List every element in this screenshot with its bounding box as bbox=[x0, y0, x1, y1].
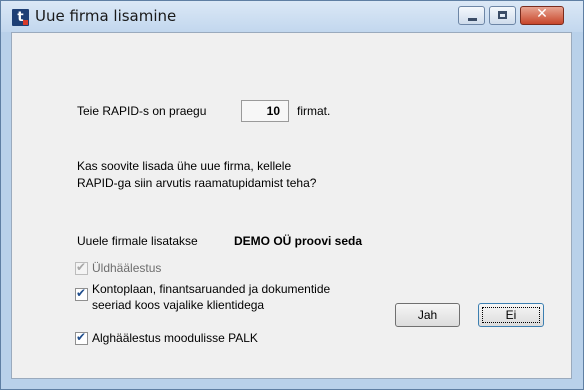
focus-ring bbox=[482, 307, 540, 323]
count-suffix: firmat. bbox=[297, 104, 331, 118]
new-company-name: DEMO OÜ proovi seda bbox=[234, 234, 363, 248]
close-icon: ✕ bbox=[536, 6, 548, 22]
general-settings-label: Üldhäälestus bbox=[92, 261, 162, 275]
checkmark-icon: ✔ bbox=[76, 286, 87, 300]
yes-button[interactable]: Jah bbox=[395, 303, 460, 327]
count-prefix: Teie RAPID-s on praegu bbox=[77, 104, 207, 118]
dialog-window: t Uue firma lisamine ✕ Teie RAPID-s on p… bbox=[0, 0, 584, 390]
new-company-label: Uuele firmale lisatakse bbox=[77, 234, 198, 248]
close-button[interactable]: ✕ bbox=[520, 6, 564, 25]
maximize-button[interactable] bbox=[489, 6, 516, 25]
payroll-module-checkbox[interactable]: ✔ bbox=[75, 330, 88, 345]
no-button[interactable]: Ei bbox=[478, 303, 544, 327]
question-line-1: Kas soovite lisada ühe uue firma, kellel… bbox=[77, 159, 292, 173]
company-count-field: 10 bbox=[241, 100, 289, 122]
question-line-2: RAPID-ga siin arvutis raamatupidamist te… bbox=[77, 176, 317, 190]
minimize-icon bbox=[468, 18, 477, 21]
app-icon-dot bbox=[23, 20, 28, 25]
checkmark-icon: ✔ bbox=[76, 330, 87, 344]
title-bar[interactable]: t Uue firma lisamine ✕ bbox=[1, 1, 583, 32]
window-title: Uue firma lisamine bbox=[35, 7, 177, 25]
chart-of-accounts-label-2: seeriad koos vajalike klientidega bbox=[92, 298, 265, 312]
chart-of-accounts-label-1: Kontoplaan, finantsaruanded ja dokumenti… bbox=[92, 282, 331, 296]
maximize-icon bbox=[498, 11, 507, 19]
checkmark-icon: ✔ bbox=[76, 260, 87, 274]
rapid-app-icon: t bbox=[12, 9, 29, 26]
general-settings-checkbox[interactable]: ✔ bbox=[75, 260, 88, 275]
chart-of-accounts-checkbox[interactable]: ✔ bbox=[75, 286, 88, 301]
payroll-module-label: Alghäälestus moodulisse PALK bbox=[92, 331, 258, 345]
minimize-button[interactable] bbox=[458, 6, 485, 25]
